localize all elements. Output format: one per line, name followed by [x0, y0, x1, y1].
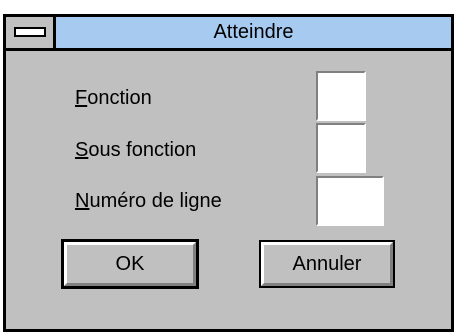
function-mnemonic: F — [75, 87, 88, 109]
subfunction-field[interactable] — [316, 123, 366, 173]
dialog-title: Atteindre — [213, 21, 294, 43]
title-bar[interactable]: Atteindre — [6, 17, 451, 51]
function-label-text: onction — [87, 87, 152, 109]
subfunction-label: Sous fonction — [75, 139, 196, 162]
system-menu-icon — [14, 27, 46, 37]
line-number-field[interactable] — [316, 176, 384, 226]
cancel-button-label: Annuler — [261, 242, 393, 286]
goto-dialog: Atteindre Fonction Sous fonction Numéro … — [3, 14, 454, 332]
function-field[interactable] — [316, 71, 366, 121]
line-number-mnemonic: N — [75, 190, 90, 212]
cancel-button[interactable]: Annuler — [259, 240, 395, 288]
ok-button[interactable]: OK — [61, 239, 199, 289]
line-number-label-text: uméro de ligne — [89, 190, 222, 212]
system-menu-button[interactable] — [6, 17, 56, 48]
ok-button-label: OK — [64, 242, 196, 286]
line-number-label: Numéro de ligne — [75, 190, 222, 213]
subfunction-label-text: ous fonction — [88, 139, 197, 161]
function-label: Fonction — [75, 87, 152, 110]
subfunction-mnemonic: S — [75, 139, 89, 161]
